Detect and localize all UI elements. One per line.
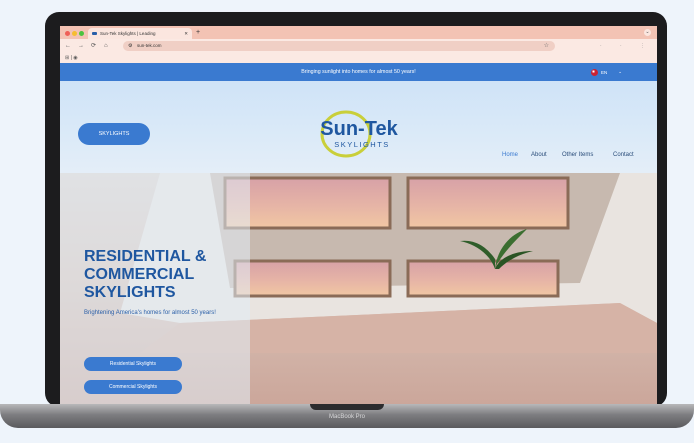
logo-sub-text: SKYLIGHTS — [334, 140, 390, 149]
announcement-text: Bringing sunlight into homes for almost … — [301, 69, 416, 75]
nav-home[interactable]: Home — [502, 152, 518, 158]
skylights-button[interactable]: SKYLIGHTS — [78, 123, 150, 145]
hero-title-line-1: RESIDENTIAL & — [84, 248, 207, 265]
close-window-dot[interactable] — [65, 31, 70, 36]
hero-title: RESIDENTIAL & COMMERCIAL SKYLIGHTS — [84, 248, 254, 302]
bookmarks-bar: ⊞ | ◉ — [60, 53, 657, 63]
reload-button[interactable]: ⟳ — [91, 39, 96, 53]
hero-title-line-2: COMMERCIAL — [84, 266, 195, 283]
logo-main-text: Sun-Tek — [320, 118, 398, 140]
maximize-window-dot[interactable] — [79, 31, 84, 36]
profile-icon[interactable]: · — [620, 39, 622, 53]
site-info-icon[interactable]: ⚙ — [128, 41, 132, 51]
minimize-window-dot[interactable] — [72, 31, 77, 36]
sun-tek-logo[interactable]: Sun-Tek SKYLIGHTS — [313, 109, 405, 159]
favicon-icon — [92, 32, 97, 35]
nav-contact[interactable]: Contact — [613, 152, 634, 158]
new-tab-button[interactable]: + — [196, 26, 200, 39]
language-selector[interactable]: EN ⌄ — [591, 68, 622, 76]
nav-other-items[interactable]: Other Items — [562, 152, 593, 158]
menu-icon[interactable]: ⋮ — [640, 39, 645, 53]
commercial-skylights-button[interactable]: Commercial Skylights — [84, 380, 182, 394]
residential-skylights-button[interactable]: Residential Skylights — [84, 357, 182, 371]
bookmarks-apps[interactable]: ⊞ | ◉ — [65, 53, 78, 63]
home-button[interactable]: ⌂ — [104, 39, 108, 53]
hero-subtitle: Brightening America's homes for almost 5… — [84, 310, 216, 316]
back-button[interactable]: ← — [65, 39, 71, 53]
extensions-icon[interactable]: · — [600, 39, 602, 53]
address-bar[interactable]: ⚙ sun-tek.com ☆ — [123, 41, 555, 51]
url-text: sun-tek.com — [137, 43, 162, 48]
announcement-bar: Bringing sunlight into homes for almost … — [60, 63, 657, 81]
browser-tab[interactable]: Sun-Tek Skylights | Leading ✕ — [88, 28, 192, 39]
tab-title: Sun-Tek Skylights | Leading — [100, 31, 156, 36]
us-flag-icon — [591, 68, 598, 76]
plant-image — [460, 229, 533, 269]
browser-toolbar: ← → ⟳ ⌂ ⚙ sun-tek.com ☆ · · ⋮ — [60, 39, 657, 53]
close-tab-icon[interactable]: ✕ — [184, 28, 188, 39]
hero-title-line-3: SKYLIGHTS — [84, 284, 176, 301]
tab-menu-chevron-icon[interactable]: ⌄ — [644, 29, 651, 36]
nav-about[interactable]: About — [531, 152, 547, 158]
browser-window: Sun-Tek Skylights | Leading ✕ + ⌄ ← → ⟳ … — [60, 26, 657, 406]
chevron-down-icon: ⌄ — [618, 69, 623, 74]
device-label: MacBook Pro — [328, 414, 365, 420]
bookmark-star-icon[interactable]: ☆ — [544, 41, 549, 51]
language-label: EN — [601, 69, 608, 75]
forward-button[interactable]: → — [78, 39, 84, 53]
laptop-notch — [310, 404, 384, 410]
tab-bar: Sun-Tek Skylights | Leading ✕ + ⌄ — [60, 26, 657, 39]
